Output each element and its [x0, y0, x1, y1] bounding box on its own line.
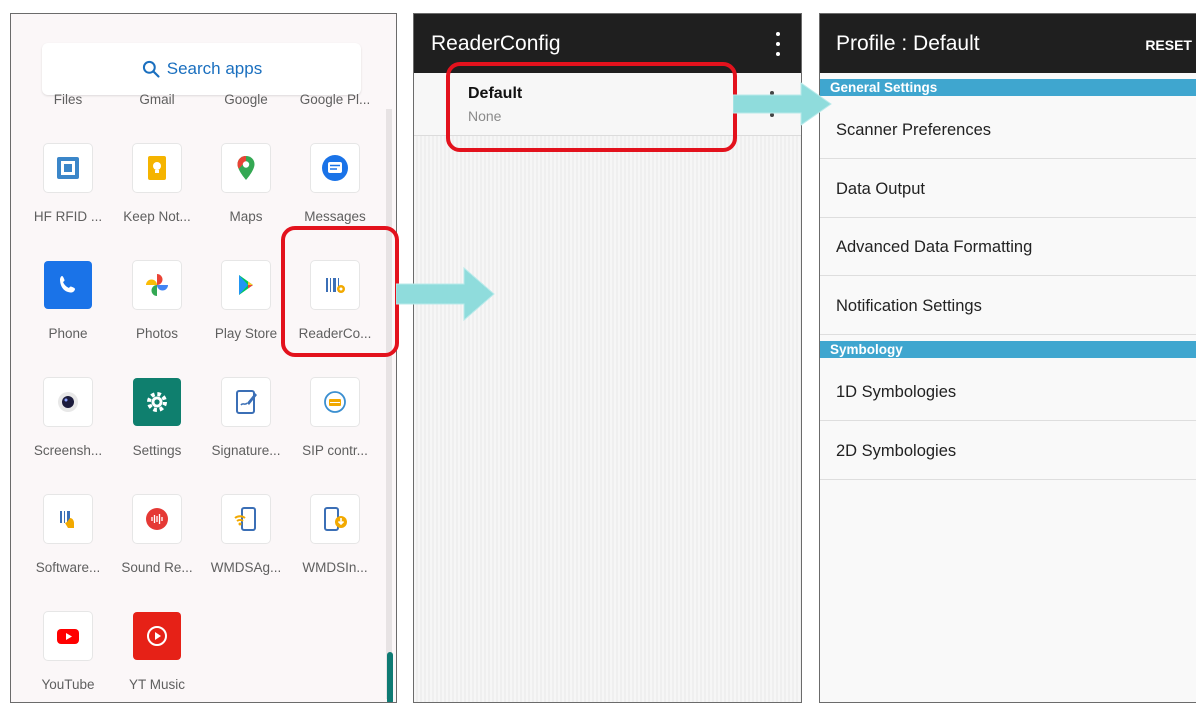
app-label-google[interactable]: Google: [201, 92, 291, 107]
arrow-to-profile: [733, 82, 832, 126]
app-label: SIP contr...: [302, 443, 368, 458]
2d-symbologies-item[interactable]: 2D Symbologies: [820, 422, 1196, 480]
notification-settings-item[interactable]: Notification Settings: [820, 277, 1196, 335]
advanced-data-formatting-item[interactable]: Advanced Data Formatting: [820, 218, 1196, 276]
wmds-agent-icon[interactable]: [222, 495, 270, 543]
app-label: Photos: [135, 326, 179, 341]
app-label: Signature...: [211, 443, 281, 458]
overflow-menu-icon[interactable]: [775, 32, 781, 56]
youtube-icon[interactable]: [44, 612, 92, 660]
app-label: Phone: [48, 326, 88, 341]
app-label: Settings: [132, 443, 182, 458]
search-icon: [142, 60, 160, 78]
profile-settings-screen: Profile : Default RESET General Settings…: [819, 13, 1196, 703]
app-label: WMDSAg...: [210, 560, 282, 575]
section-header-symbology: Symbology: [820, 341, 1196, 358]
app-label: Maps: [229, 209, 263, 224]
app-label: Messages: [304, 209, 366, 224]
maps-icon[interactable]: [222, 144, 270, 192]
app-drawer: Search apps Files Gmail Google Google Pl…: [10, 13, 397, 703]
software-trigger-icon[interactable]: [44, 495, 92, 543]
profile-appbar: Profile : Default RESET: [820, 14, 1196, 73]
hf-rfid-icon[interactable]: [44, 144, 92, 192]
profile-title: Profile : Default: [836, 32, 980, 55]
scanner-preferences-item[interactable]: Scanner Preferences: [820, 101, 1196, 159]
scrollbar-track: [386, 109, 392, 699]
reader-config-highlight: [281, 226, 399, 357]
yt-music-icon[interactable]: [133, 612, 181, 660]
app-label-google-play[interactable]: Google Pl...: [290, 92, 380, 107]
default-profile-highlight: [446, 62, 737, 152]
keep-notes-icon[interactable]: [133, 144, 181, 192]
reader-config-title: ReaderConfig: [431, 31, 561, 55]
app-label: YouTube: [41, 677, 95, 692]
app-label-files[interactable]: Files: [23, 92, 113, 107]
1d-symbologies-item[interactable]: 1D Symbologies: [820, 363, 1196, 421]
arrow-to-reader-config: [396, 266, 495, 322]
app-label: HF RFID ...: [33, 209, 103, 224]
app-label: Play Store: [214, 326, 278, 341]
phone-icon[interactable]: [44, 261, 92, 309]
section-header-general: General Settings: [820, 79, 1196, 96]
signature-icon[interactable]: [222, 378, 270, 426]
scrollbar-thumb[interactable]: [387, 652, 393, 702]
app-label: WMDSIn...: [302, 560, 368, 575]
app-label: Sound Re...: [121, 560, 193, 575]
play-store-icon[interactable]: [222, 261, 270, 309]
wmds-installer-icon[interactable]: [311, 495, 359, 543]
app-label: YT Music: [128, 677, 185, 692]
data-output-item[interactable]: Data Output: [820, 160, 1196, 218]
app-label: Keep Not...: [123, 209, 191, 224]
app-label: Software...: [35, 560, 101, 575]
search-apps-bar[interactable]: Search apps: [42, 43, 361, 95]
app-label: Screensh...: [33, 443, 103, 458]
reset-button[interactable]: RESET: [1145, 37, 1192, 53]
app-label-gmail[interactable]: Gmail: [112, 92, 202, 107]
search-apps-label: Search apps: [166, 59, 263, 78]
screenshot-icon[interactable]: [44, 378, 92, 426]
sound-recorder-icon[interactable]: [133, 495, 181, 543]
messages-icon[interactable]: [311, 144, 359, 192]
sip-control-icon[interactable]: [311, 378, 359, 426]
photos-icon[interactable]: [133, 261, 181, 309]
settings-icon[interactable]: [133, 378, 181, 426]
